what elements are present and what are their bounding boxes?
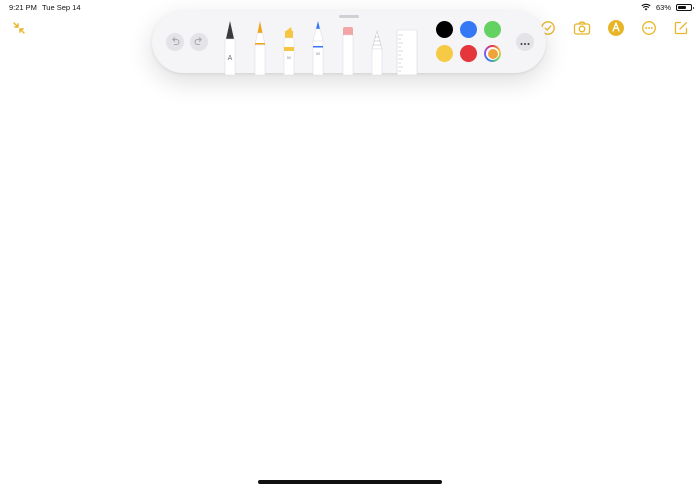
pencil-size-label: 50 — [316, 51, 321, 56]
pen-tip-label: A — [228, 55, 233, 62]
status-time: 9:21 PM — [9, 3, 37, 12]
wifi-icon — [641, 0, 651, 16]
ruler-tool[interactable] — [396, 29, 418, 80]
battery-level-fill — [678, 5, 686, 9]
highlighter-size-label: 50 — [287, 55, 292, 60]
palette-grabber[interactable] — [339, 15, 359, 18]
markup-pen-icon[interactable] — [606, 18, 626, 38]
highlighter-tool[interactable]: 50 — [281, 19, 297, 80]
monoline-tool[interactable] — [252, 19, 268, 80]
home-indicator[interactable] — [258, 480, 442, 484]
pencil-tool[interactable]: 50 — [310, 19, 326, 80]
lasso-tool[interactable] — [369, 19, 385, 80]
undo-icon — [170, 33, 180, 51]
pen-tool[interactable]: A — [222, 19, 238, 80]
eraser-tool[interactable] — [340, 19, 356, 80]
camera-icon[interactable] — [572, 18, 592, 38]
status-indicators: 63% — [641, 2, 694, 12]
collapse-arrows-icon[interactable] — [9, 18, 29, 38]
color-swatch-green[interactable] — [484, 21, 501, 38]
redo-button[interactable] — [190, 33, 208, 51]
tool-palette: A 50 50 — [152, 11, 546, 76]
compose-icon[interactable] — [671, 18, 691, 38]
color-swatch-blue[interactable] — [460, 21, 477, 38]
status-date: Tue Sep 14 — [42, 3, 81, 12]
color-swatch-yellow[interactable] — [436, 45, 453, 62]
color-picker-ring — [486, 47, 499, 60]
selected-custom-color — [487, 48, 498, 59]
more-ellipsis-icon[interactable] — [639, 18, 659, 38]
undo-button[interactable] — [166, 33, 184, 51]
more-ellipsis-icon — [520, 33, 530, 51]
palette-more-button[interactable] — [516, 33, 534, 51]
color-swatch-black[interactable] — [436, 21, 453, 38]
color-swatch-red[interactable] — [460, 45, 477, 62]
battery-percent: 63% — [655, 2, 671, 12]
redo-icon — [194, 33, 204, 51]
color-picker-custom[interactable] — [484, 45, 501, 62]
battery-icon — [676, 3, 694, 11]
